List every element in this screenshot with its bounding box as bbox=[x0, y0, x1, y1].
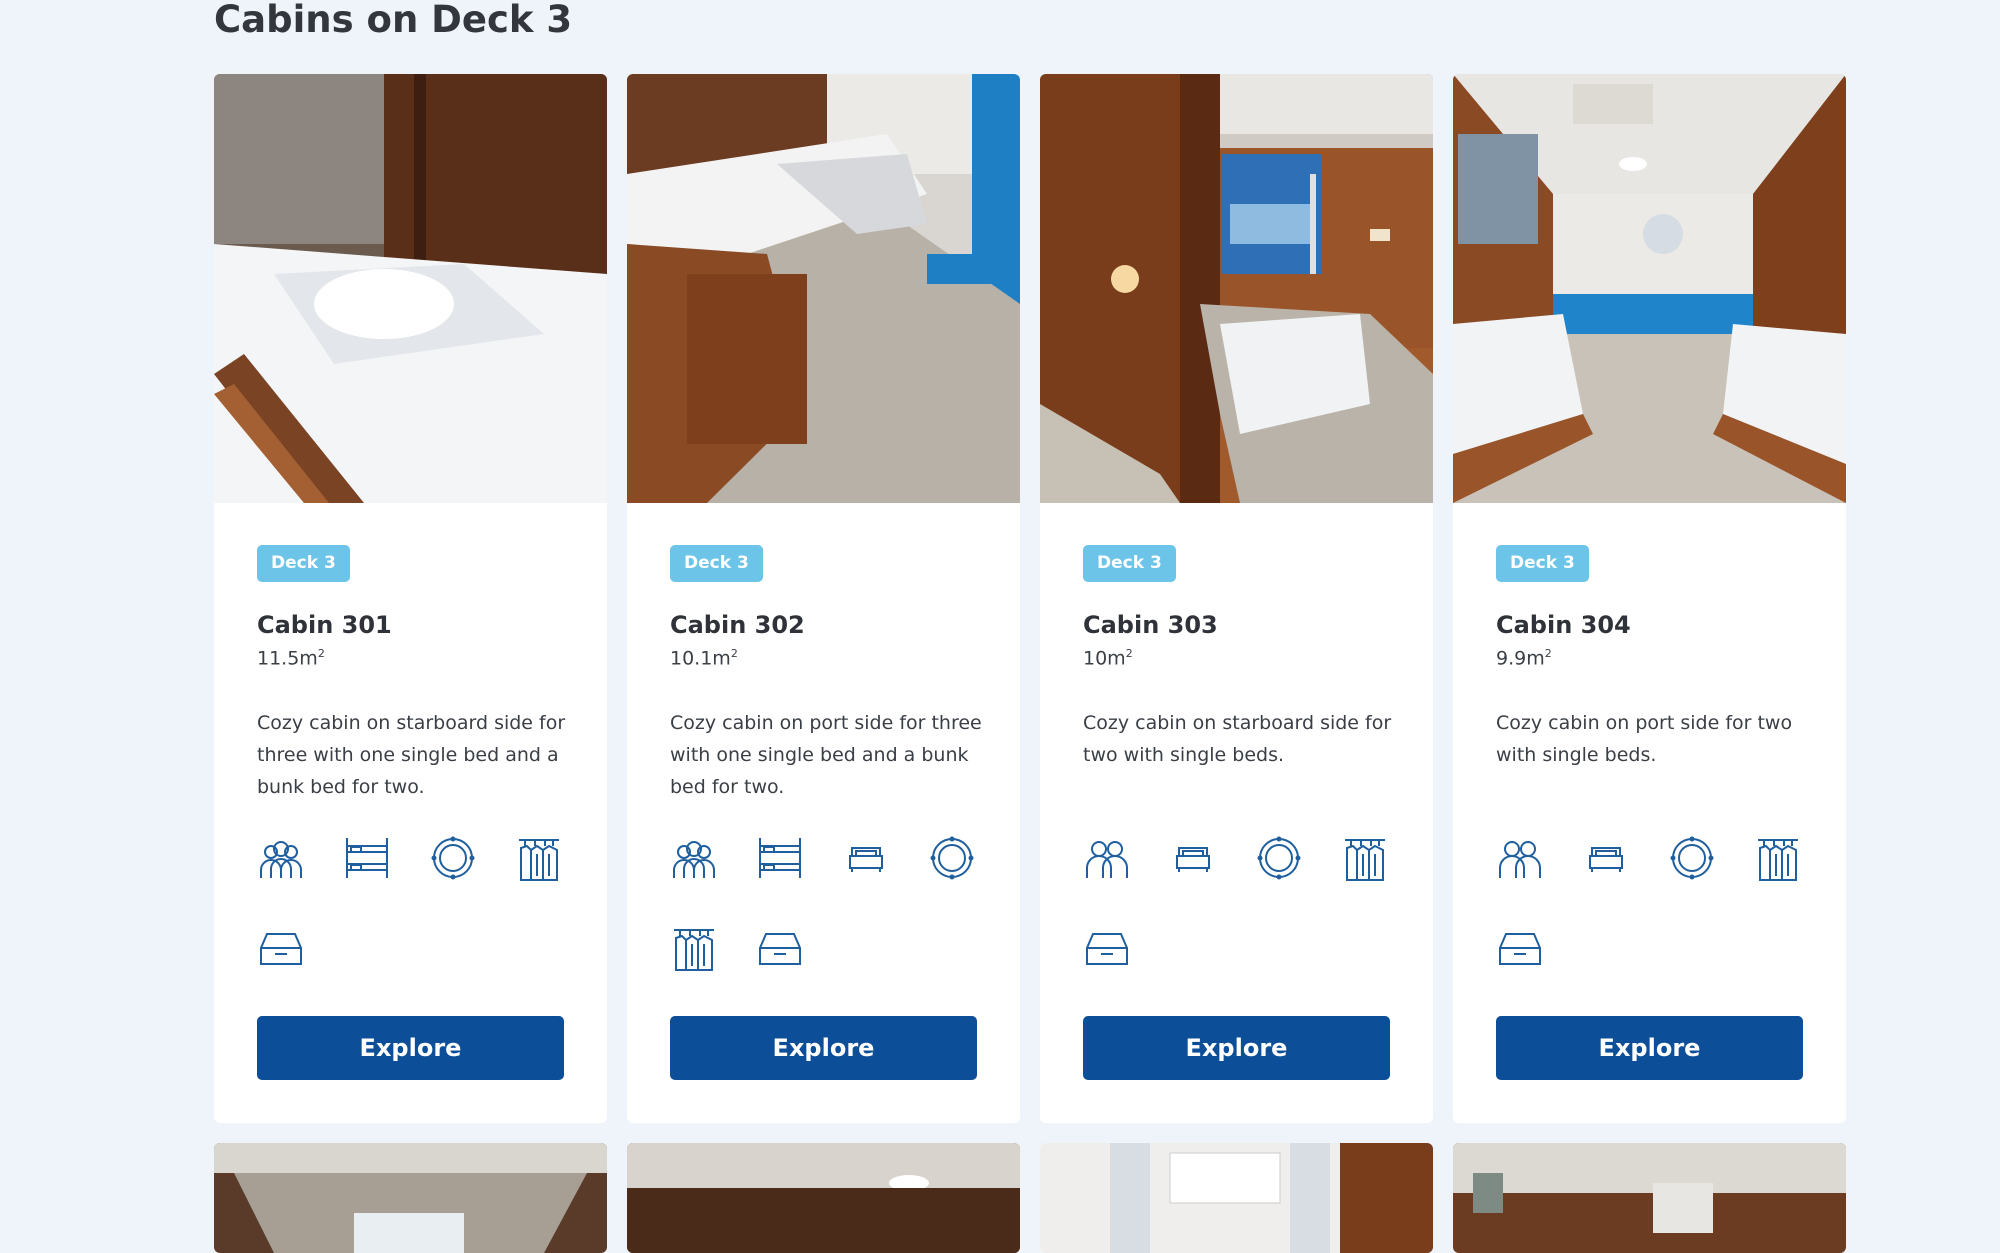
two-guests-icon bbox=[1496, 834, 1544, 882]
cabin-card-partial bbox=[627, 1143, 1020, 1253]
explore-button[interactable]: Explore bbox=[1083, 1016, 1390, 1080]
deck-badge: Deck 3 bbox=[1083, 545, 1176, 582]
cabin-photo[interactable] bbox=[1040, 74, 1433, 503]
cabin-card-partial bbox=[1040, 1143, 1433, 1253]
wardrobe-icon bbox=[1341, 834, 1389, 882]
cabin-photo[interactable] bbox=[1453, 1143, 1846, 1253]
cabin-size: 10m2 bbox=[1083, 647, 1133, 670]
wardrobe-icon bbox=[670, 924, 718, 972]
cabin-size: 11.5m2 bbox=[257, 647, 325, 670]
single-bed-icon bbox=[1169, 834, 1217, 882]
cabin-description: Cozy cabin on port side for two with sin… bbox=[1496, 712, 1793, 766]
storage-drawer-icon bbox=[756, 924, 804, 972]
bunk-bed-icon bbox=[756, 834, 804, 882]
cabin-name: Cabin 302 bbox=[670, 611, 805, 639]
cabin-photo[interactable] bbox=[1040, 1143, 1433, 1253]
explore-button[interactable]: Explore bbox=[257, 1016, 564, 1080]
explore-button[interactable]: Explore bbox=[1496, 1016, 1803, 1080]
cabin-card-partial bbox=[214, 1143, 607, 1253]
deck-badge: Deck 3 bbox=[1496, 545, 1589, 582]
page-title: Cabins on Deck 3 bbox=[214, 0, 573, 41]
deck-badge: Deck 3 bbox=[670, 545, 763, 582]
wardrobe-icon bbox=[1754, 834, 1802, 882]
cabin-card: Deck 3 Cabin 303 10m2 Cozy cabin on star… bbox=[1040, 74, 1433, 1123]
cabin-photo[interactable] bbox=[214, 74, 607, 503]
storage-drawer-icon bbox=[1083, 924, 1131, 972]
porthole-icon bbox=[928, 834, 976, 882]
porthole-icon bbox=[429, 834, 477, 882]
cabin-photo[interactable] bbox=[627, 1143, 1020, 1253]
cabin-size: 9.9m2 bbox=[1496, 647, 1552, 670]
cabin-name: Cabin 303 bbox=[1083, 611, 1218, 639]
storage-drawer-icon bbox=[1496, 924, 1544, 972]
cabin-photo[interactable] bbox=[627, 74, 1020, 503]
cabin-card-partial bbox=[1453, 1143, 1846, 1253]
cabin-photo[interactable] bbox=[214, 1143, 607, 1253]
two-guests-icon bbox=[1083, 834, 1131, 882]
storage-drawer-icon bbox=[257, 924, 305, 972]
cabin-card: Deck 3 Cabin 301 11.5m2 Cozy cabin on st… bbox=[214, 74, 607, 1123]
three-guests-icon bbox=[670, 834, 718, 882]
porthole-icon bbox=[1668, 834, 1716, 882]
amenity-list bbox=[1083, 834, 1403, 1024]
cabin-size: 10.1m2 bbox=[670, 647, 738, 670]
cabin-description: Cozy cabin on starboard side for two wit… bbox=[1083, 712, 1392, 766]
cabin-name: Cabin 304 bbox=[1496, 611, 1631, 639]
three-guests-icon bbox=[257, 834, 305, 882]
explore-button[interactable]: Explore bbox=[670, 1016, 977, 1080]
wardrobe-icon bbox=[515, 834, 563, 882]
cabin-name: Cabin 301 bbox=[257, 611, 392, 639]
porthole-icon bbox=[1255, 834, 1303, 882]
amenity-list bbox=[257, 834, 577, 1024]
cabin-photo[interactable] bbox=[1453, 74, 1846, 503]
cabin-description: Cozy cabin on starboard side for three w… bbox=[257, 712, 566, 798]
amenity-list bbox=[670, 834, 990, 1024]
bunk-bed-icon bbox=[343, 834, 391, 882]
deck-badge: Deck 3 bbox=[257, 545, 350, 582]
cabin-card: Deck 3 Cabin 304 9.9m2 Cozy cabin on por… bbox=[1453, 74, 1846, 1123]
single-bed-icon bbox=[1582, 834, 1630, 882]
single-bed-icon bbox=[842, 834, 890, 882]
amenity-list bbox=[1496, 834, 1816, 1024]
cabin-card: Deck 3 Cabin 302 10.1m2 Cozy cabin on po… bbox=[627, 74, 1020, 1123]
cabin-description: Cozy cabin on port side for three with o… bbox=[670, 712, 982, 798]
